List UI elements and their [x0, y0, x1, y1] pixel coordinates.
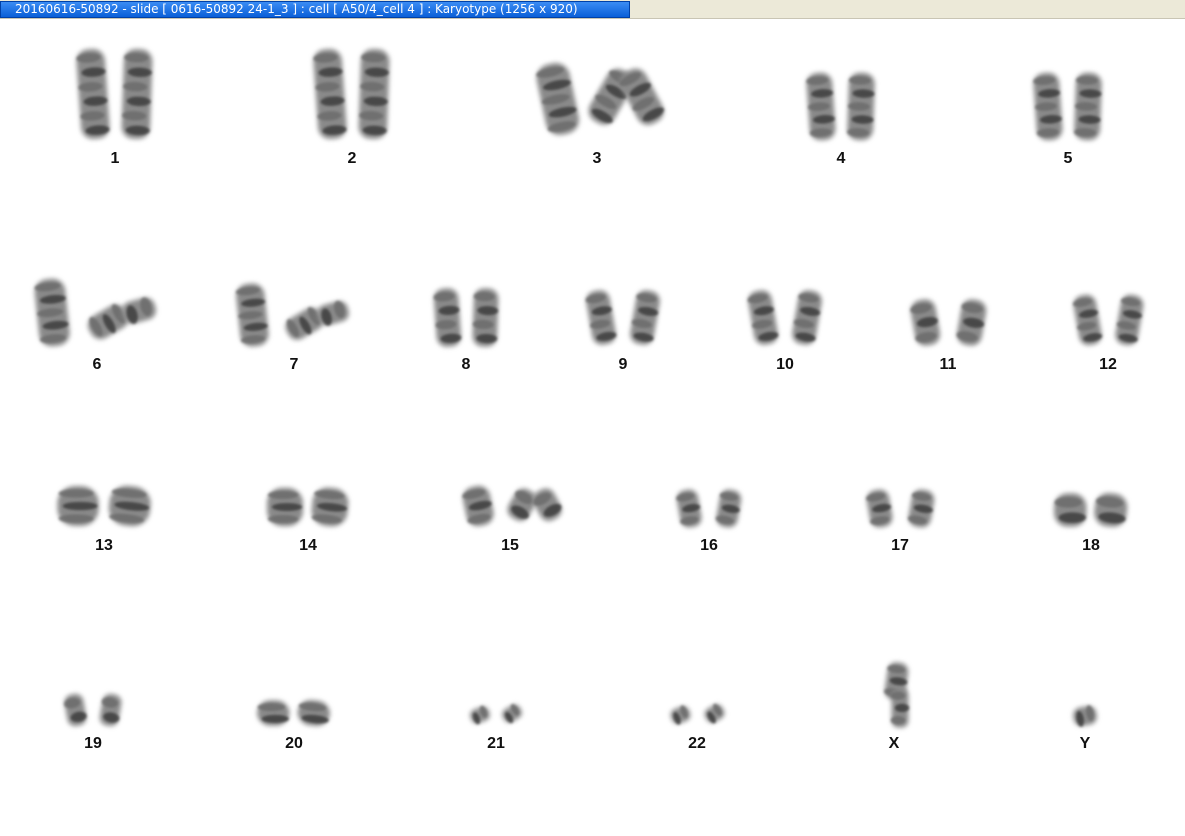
chromosome-label: 8 [461, 356, 471, 373]
chromosome-pair-2[interactable] [297, 44, 407, 144]
chromosome-label: 1 [110, 150, 120, 167]
chromosome-pair-4[interactable] [791, 69, 891, 144]
chromosome-pair-15[interactable] [453, 481, 568, 531]
chromosome-pair-19[interactable] [53, 691, 133, 729]
chromosome-pair-10[interactable] [735, 285, 835, 350]
chromosome-image [34, 278, 157, 347]
title-bar: 20160616-50892 - slide [ 0616-50892 24-1… [0, 0, 1185, 19]
chromosome-pair-6[interactable] [27, 275, 167, 350]
chromosome-image [461, 485, 562, 527]
chromosome-image [257, 699, 330, 727]
chromosome-label: 11 [939, 356, 957, 373]
chromosome-label: 13 [95, 537, 113, 554]
chromosome-pair-12[interactable] [1061, 290, 1156, 350]
chromosome-image [64, 693, 122, 727]
chromosome-image [76, 48, 153, 140]
chromosome-pair-18[interactable] [1046, 489, 1136, 531]
karyotype-canvas: 1 2 3 4 5 6 7 8 9 10 11 12 13 14 15 16 17 18 19 20 21 22 X Y [0, 19, 1185, 836]
chromosome-label: 21 [487, 735, 505, 752]
chromosome-label: 10 [776, 356, 794, 373]
chromosome-image [1073, 705, 1097, 727]
chromosome-label: 2 [347, 150, 357, 167]
chromosome-image [1072, 294, 1143, 346]
chromosome-pair-8[interactable] [419, 285, 514, 350]
chromosome-label: Y [1079, 735, 1091, 752]
chromosome-label: 22 [688, 735, 706, 752]
chromosome-pair-7[interactable] [229, 280, 359, 350]
chromosome-pair-3[interactable] [527, 54, 667, 144]
chromosome-label: X [888, 735, 900, 752]
chromosome-pair-x[interactable] [869, 661, 919, 729]
chromosome-label: 4 [836, 150, 846, 167]
chromosome-label: 3 [592, 150, 602, 167]
chromosome-label: 12 [1099, 356, 1117, 373]
chromosome-label: 15 [501, 537, 519, 554]
window-title: 20160616-50892 - slide [ 0616-50892 24-1… [0, 1, 630, 18]
chromosome-pair-13[interactable] [47, 481, 162, 531]
chromosome-label: 14 [299, 537, 317, 554]
chromosome-image [1033, 72, 1102, 141]
chromosome-label: 17 [891, 537, 909, 554]
chromosome-pair-5[interactable] [1018, 69, 1118, 144]
chromosome-image [267, 487, 349, 527]
chromosome-image [747, 290, 822, 345]
chromosome-pair-17[interactable] [853, 486, 948, 531]
chromosome-pair-16[interactable] [664, 486, 754, 531]
chromosome-image [884, 662, 910, 728]
chromosome-label: 20 [285, 735, 303, 752]
chromosome-image [536, 62, 664, 136]
chromosome-image [433, 288, 499, 347]
chromosome-label: 5 [1063, 150, 1073, 167]
chromosome-image [585, 290, 660, 345]
chromosome-image [313, 48, 390, 140]
chromosome-label: 7 [289, 356, 299, 373]
chromosome-pair-22[interactable] [655, 701, 740, 729]
chromosome-pair-14[interactable] [258, 483, 358, 531]
chromosome-label: 9 [618, 356, 628, 373]
chromosome-image [909, 299, 986, 346]
chromosome-pair-11[interactable] [896, 295, 1001, 350]
chromosome-image [669, 703, 724, 725]
chromosome-label: 19 [84, 735, 102, 752]
chromosome-image [1054, 492, 1128, 528]
chromosome-pair-21[interactable] [456, 701, 536, 729]
chromosome-image [676, 489, 742, 528]
chromosome-label: 18 [1082, 537, 1100, 554]
chromosome-pair-y[interactable] [1059, 703, 1111, 729]
chromosome-pair-20[interactable] [249, 697, 339, 729]
chromosome-image [470, 704, 522, 725]
chromosome-image [235, 283, 349, 347]
chromosome-image [806, 72, 875, 141]
chromosome-pair-9[interactable] [573, 285, 673, 350]
chromosome-image [56, 485, 151, 527]
chromosome-pair-1[interactable] [60, 44, 170, 144]
chromosome-label: 6 [92, 356, 102, 373]
chromosome-label: 16 [700, 537, 718, 554]
chromosome-image [865, 489, 934, 528]
